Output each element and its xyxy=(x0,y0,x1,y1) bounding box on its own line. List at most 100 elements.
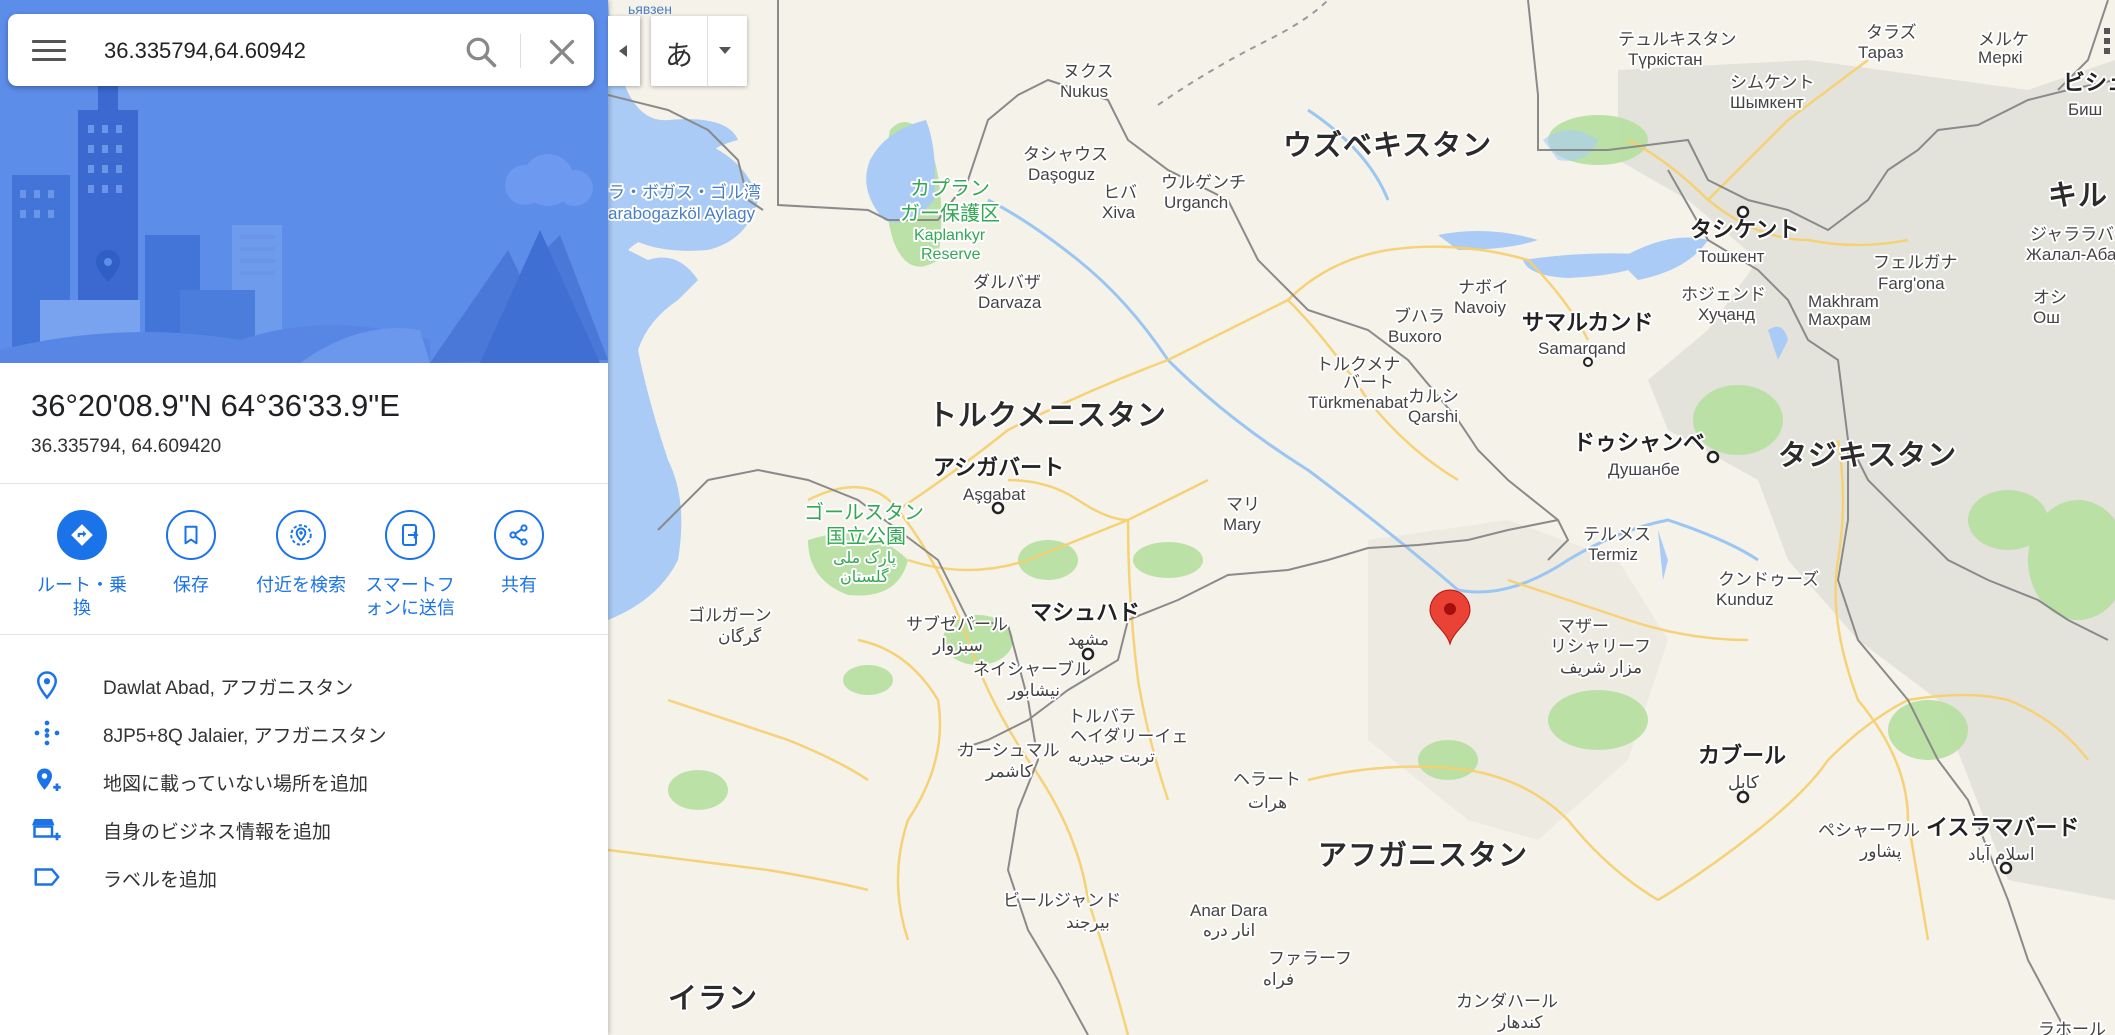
label-mazar-jp2: リシャリーフ xyxy=(1550,637,1651,656)
ime-label: あ xyxy=(665,39,694,72)
share-icon xyxy=(494,510,544,560)
label-garabogaz: arabogazköl Aylagy xyxy=(608,204,756,223)
plus-code-icon xyxy=(34,720,60,746)
label-dashoguz-jp: タシャウス xyxy=(1023,145,1108,164)
nearby-icon xyxy=(276,510,326,560)
label-darvaza-jp: ダルバザ xyxy=(973,273,1041,292)
label-icon xyxy=(34,868,60,886)
place-title: 36°20'08.9"N 64°36'33.9"E xyxy=(31,388,400,423)
label-anardara: Anar Dara xyxy=(1190,901,1268,920)
label-gorgan-jp: ゴルガーン xyxy=(688,605,772,625)
label-islamabad: اسلام آباد xyxy=(1968,843,2035,864)
collapse-panel-button[interactable] xyxy=(608,16,640,86)
label-turkmenabat-jp1: トルクメナ xyxy=(1316,355,1400,374)
send-to-phone-label: スマートフォンに送信 xyxy=(365,575,455,618)
bookmark-icon xyxy=(166,510,216,560)
share-button[interactable]: 共有 xyxy=(464,510,574,597)
info-row-plus-code[interactable]: 8JP5+8Q Jalaier, アフガニスタン xyxy=(0,708,608,756)
label-kabul: کابل xyxy=(1728,773,1760,792)
label-kaplankyr-2: Reserve xyxy=(921,246,981,263)
send-to-phone-button[interactable]: スマートフォンに送信 xyxy=(355,510,465,620)
label-jalalabad: Жалал-Абад xyxy=(2026,245,2115,264)
label-bukhara: Buxoro xyxy=(1388,327,1442,346)
save-button[interactable]: 保存 xyxy=(136,510,246,597)
search-input[interactable] xyxy=(102,32,436,70)
label-turkmenabat: Türkmenabat xyxy=(1308,393,1408,412)
label-afghanistan: アフガニスタン xyxy=(1318,839,1528,872)
nearby-button[interactable]: 付近を検索 xyxy=(246,510,356,597)
label-jalalabad-jp: ジャララバード xyxy=(2030,225,2115,244)
phone-icon xyxy=(385,510,435,560)
label-kyrgyz: キル xyxy=(2048,180,2108,212)
label-fergana-jp: フェルガナ xyxy=(1873,253,1958,272)
label-neyshabur: نيشابور xyxy=(1007,681,1060,700)
label-golestan-jp1: ゴールスタン xyxy=(804,501,924,524)
label-samarkand: Samarqand xyxy=(1538,339,1626,358)
search-icon[interactable] xyxy=(463,34,499,70)
label-ashgabat: Aşgabat xyxy=(963,485,1026,504)
label-kandahar: کندهار xyxy=(1497,1013,1543,1032)
label-golestan-jp2: 国立公園 xyxy=(826,525,906,548)
info-row-add-business[interactable]: 自身のビジネス情報を追加 xyxy=(0,804,608,852)
label-torbat: تربت حيدريه xyxy=(1068,747,1155,766)
menu-icon[interactable] xyxy=(32,36,66,64)
address-text: Dawlat Abad, アフガニスタン xyxy=(103,678,354,699)
label-khiva-jp: ヒバ xyxy=(1103,183,1137,202)
label-islamabad-jp: イスラマバード xyxy=(1926,815,2079,840)
side-panel: 36°20'08.9"N 64°36'33.9"E 36.335794, 64.… xyxy=(0,0,608,1035)
label-mashhad: مشهد xyxy=(1068,630,1109,650)
label-mary-jp: マリ xyxy=(1226,495,1260,514)
label-shymkent-jp: シムケント xyxy=(1730,73,1815,92)
label-bishkek-jp: ビシュ xyxy=(2063,70,2115,95)
label-ashgabat-jp: アシガバート xyxy=(933,455,1064,480)
label-tashkent: Тошкент xyxy=(1698,247,1765,266)
close-icon[interactable] xyxy=(544,34,580,70)
label-birjand: بیرجند xyxy=(1066,913,1110,932)
label-tajikistan: タジキスタン xyxy=(1778,439,1957,472)
label-termez: Termiz xyxy=(1588,545,1638,564)
map-canvas[interactable]: ウズベキスタン トルクメニスタン タジキスタン アフガニスタン イラン キル ア… xyxy=(608,0,2115,1035)
label-navoiy: Navoiy xyxy=(1454,298,1506,317)
label-tashkent-jp: タシケント xyxy=(1690,217,1799,242)
label-kaplankyr-jp2: ガー保護区 xyxy=(900,202,1000,225)
label-qarshi-jp: カルシ xyxy=(1408,387,1459,406)
plus-code-text: 8JP5+8Q Jalaier, アフガニスタン xyxy=(103,726,387,747)
apps-grid-icon[interactable] xyxy=(2104,28,2110,54)
label-shymkent: Шымкент xyxy=(1730,93,1804,112)
directions-button[interactable]: ルート・乗換 xyxy=(27,510,137,620)
label-navoiy-jp: ナボイ xyxy=(1458,278,1509,297)
label-kunduz-jp: クンドゥーズ xyxy=(1718,570,1819,589)
info-row-add-label[interactable]: ラベルを追加 xyxy=(0,852,608,900)
caret-left-icon xyxy=(619,45,627,57)
label-kunduz: Kunduz xyxy=(1716,590,1774,609)
label-birjand-jp: ビールジャンド xyxy=(1003,891,1121,910)
label-merki: Меркі xyxy=(1978,48,2022,67)
info-row-address[interactable]: Dawlat Abad, アフガニスタン xyxy=(0,660,608,708)
label-bishkek: Биш xyxy=(2068,100,2102,119)
label-makhram-ru: Махрам xyxy=(1808,310,1871,329)
save-label: 保存 xyxy=(173,575,209,595)
label-bukhara-jp: ブハラ xyxy=(1394,306,1445,326)
label-sabzevar: سبزوار xyxy=(932,636,983,655)
label-mazar: مزار شريف xyxy=(1560,658,1642,677)
input-method-button[interactable]: あ xyxy=(651,16,747,86)
label-herat: هرات xyxy=(1248,793,1287,812)
label-osh: Ош xyxy=(2033,308,2060,327)
label-qarshi: Qarshi xyxy=(1408,407,1458,426)
label-golestan-fa1: پارک ملی xyxy=(833,550,896,568)
info-row-add-place[interactable]: 地図に載っていない場所を追加 xyxy=(0,756,608,804)
label-water-top: ьявзен xyxy=(628,1,672,17)
label-nukus: Nukus xyxy=(1060,82,1108,101)
label-darvaza: Darvaza xyxy=(978,293,1042,312)
label-osh-jp: オシ xyxy=(2033,288,2067,307)
caret-down-icon[interactable] xyxy=(715,44,735,58)
add-business-text: 自身のビジネス情報を追加 xyxy=(103,822,332,843)
label-neyshabur-jp: ネイシャーブル xyxy=(973,659,1091,679)
place-subtitle: 36.335794, 64.609420 xyxy=(31,436,222,457)
label-kandahar-jp: カンダハール xyxy=(1456,992,1558,1011)
label-dushanbe: Душанбе xyxy=(1608,460,1680,479)
add-location-icon xyxy=(37,768,61,791)
label-taraz: Тараз xyxy=(1858,43,1904,62)
label-turkmenistan: トルクメニスタン xyxy=(928,399,1167,432)
label-kashmar-jp: カーシュマル xyxy=(958,741,1060,760)
